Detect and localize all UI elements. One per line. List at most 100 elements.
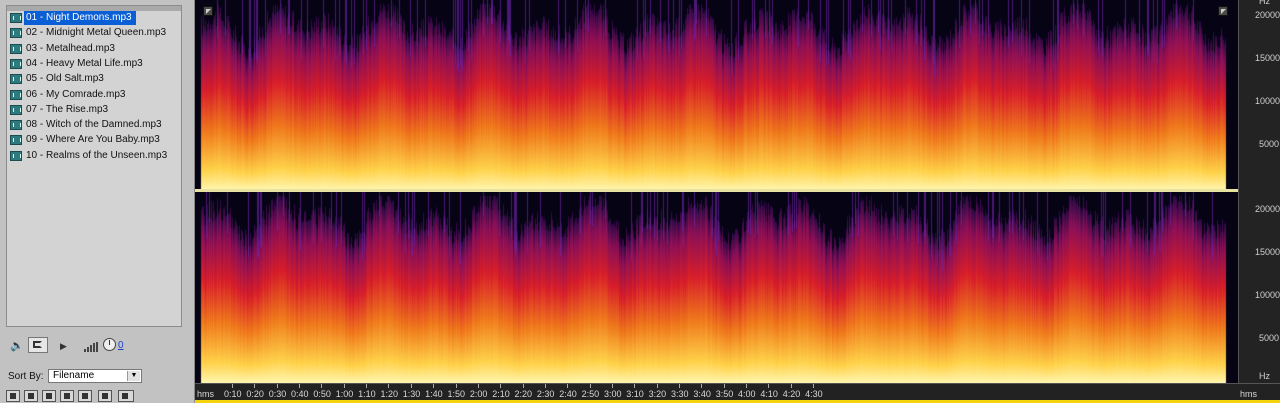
time-tick-mark — [611, 384, 613, 388]
hz-tick: 10000 — [1255, 96, 1280, 106]
time-tick-label: 1:20 — [380, 389, 398, 399]
audio-file-icon — [10, 150, 22, 161]
audio-file-icon — [10, 13, 22, 23]
speaker-icon[interactable]: 🔈 — [10, 338, 24, 354]
time-tick-label: 0:40 — [291, 389, 309, 399]
spectrogram-canvas — [195, 192, 1238, 383]
audio-file-icon — [10, 43, 22, 54]
file-list-item[interactable]: 09 - Where Are You Baby.mp3 — [24, 133, 164, 147]
file-list-item[interactable]: 01 - Night Demons.mp3 — [24, 11, 136, 25]
time-tick-label: 3:30 — [671, 389, 689, 399]
key-icon[interactable] — [78, 390, 92, 402]
audio-file-icon — [10, 120, 22, 131]
loop-button[interactable] — [28, 337, 48, 353]
time-tick-label: 2:30 — [536, 389, 555, 399]
file-list-item[interactable]: 03 - Metalhead.mp3 — [24, 42, 119, 56]
sort-by-select[interactable]: Filename ▼ — [48, 369, 142, 383]
hz-tick: 20000 — [1255, 10, 1280, 20]
audio-file-icon — [10, 28, 22, 39]
hz-tick: 15000 — [1255, 53, 1280, 63]
time-tick-label: 1:50 — [447, 389, 466, 399]
file-list-item[interactable]: 05 - Old Salt.mp3 — [24, 72, 108, 86]
time-tick-mark — [679, 384, 680, 388]
time-tick-mark — [366, 384, 368, 388]
hz-tick: 10000 — [1255, 290, 1280, 300]
time-tick-mark — [634, 384, 636, 388]
time-tick-mark — [746, 384, 748, 388]
audio-file-icon — [10, 89, 22, 100]
filter-icon[interactable] — [98, 390, 112, 402]
hz-tick: 15000 — [1255, 247, 1280, 257]
time-tick-label: 0:30 — [268, 389, 287, 399]
time-tick-label: 3:00 — [603, 389, 622, 399]
time-tick-label: 0:50 — [313, 389, 331, 399]
volume-knob[interactable] — [103, 338, 116, 351]
time-tick-label: 1:10 — [358, 389, 376, 399]
time-tick-mark — [701, 384, 703, 388]
hz-tick: 5000 — [1259, 139, 1280, 149]
time-tick-mark — [500, 384, 502, 388]
spectrogram-canvas — [195, 0, 1238, 190]
time-tick-label: 2:00 — [469, 389, 488, 399]
file-list-item[interactable]: 04 - Heavy Metal Life.mp3 — [24, 57, 147, 71]
time-tick-mark — [455, 384, 457, 388]
time-tick-label: 2:50 — [581, 389, 600, 399]
music-note-icon[interactable] — [60, 390, 74, 402]
sort-by-value: Filename — [53, 370, 95, 381]
sort-by-label: Sort By: — [8, 371, 44, 382]
file-list-item[interactable]: 02 - Midnight Metal Queen.mp3 — [24, 26, 170, 40]
time-tick-label: 1:30 — [402, 389, 421, 399]
time-tick-label: 4:20 — [782, 389, 801, 399]
stop-icon[interactable] — [42, 390, 56, 402]
time-tick-mark — [232, 384, 233, 388]
hz-tick: 5000 — [1259, 333, 1280, 343]
time-tick-mark — [813, 384, 815, 388]
time-tick-label: 0:10 — [224, 389, 242, 399]
time-tick-mark — [299, 384, 301, 388]
play-icon[interactable]: ▶ — [60, 338, 67, 354]
spectrogram-channel-left[interactable] — [195, 0, 1238, 190]
time-tick-label: 3:40 — [693, 389, 711, 399]
time-tick-label: 0:20 — [246, 389, 264, 399]
file-list-item[interactable]: 07 - The Rise.mp3 — [24, 103, 112, 117]
file-panel: 01 - Night Demons.mp3 02 - Midnight Metal… — [0, 0, 195, 403]
frequency-ruler: Hz 20000 15000 10000 5000 20000 15000 10… — [1238, 0, 1280, 383]
time-tick-mark — [254, 384, 256, 388]
time-unit-start: hms — [197, 389, 215, 399]
time-unit-end: hms — [1240, 389, 1258, 399]
zoom-corner-handle-left[interactable] — [203, 6, 213, 16]
grid-icon[interactable] — [6, 390, 20, 402]
time-tick-label: 4:30 — [805, 389, 823, 399]
file-list-item[interactable]: 08 - Witch of the Damned.mp3 — [24, 118, 166, 132]
time-tick-label: 3:10 — [626, 389, 644, 399]
audio-file-icon — [10, 104, 22, 115]
time-tick-mark — [388, 384, 390, 388]
file-list[interactable]: 01 - Night Demons.mp3 02 - Midnight Metal… — [6, 5, 182, 327]
time-tick-label: 3:50 — [715, 389, 734, 399]
time-tick-mark — [768, 384, 770, 388]
time-tick-label: 2:10 — [492, 389, 510, 399]
time-tick-label: 4:00 — [738, 389, 756, 399]
time-tick-label: 3:20 — [648, 389, 667, 399]
bottom-toolbar — [6, 388, 196, 403]
time-tick-label: 1:00 — [335, 389, 354, 399]
time-tick-mark — [544, 384, 546, 388]
time-tick-mark — [321, 384, 323, 388]
audio-file-icon — [10, 74, 22, 85]
audio-file-icon — [10, 58, 22, 69]
time-tick-mark — [276, 384, 278, 388]
options-icon[interactable] — [118, 390, 134, 402]
spectrogram-channel-right[interactable] — [195, 192, 1238, 383]
volume-value[interactable]: 0 — [118, 340, 124, 351]
chevron-down-icon[interactable]: ▼ — [127, 371, 140, 381]
time-tick-label: 2:20 — [514, 389, 533, 399]
file-list-item[interactable]: 10 - Realms of the Unseen.mp3 — [24, 149, 171, 163]
record-icon[interactable] — [24, 390, 38, 402]
time-tick-mark — [790, 384, 792, 388]
time-tick-mark — [477, 384, 479, 388]
hz-unit-top: Hz — [1259, 0, 1270, 6]
zoom-corner-handle-right[interactable] — [1218, 6, 1228, 16]
volume-level-icon — [84, 342, 100, 352]
time-tick-label: 1:40 — [425, 389, 443, 399]
file-list-item[interactable]: 06 - My Comrade.mp3 — [24, 88, 129, 102]
